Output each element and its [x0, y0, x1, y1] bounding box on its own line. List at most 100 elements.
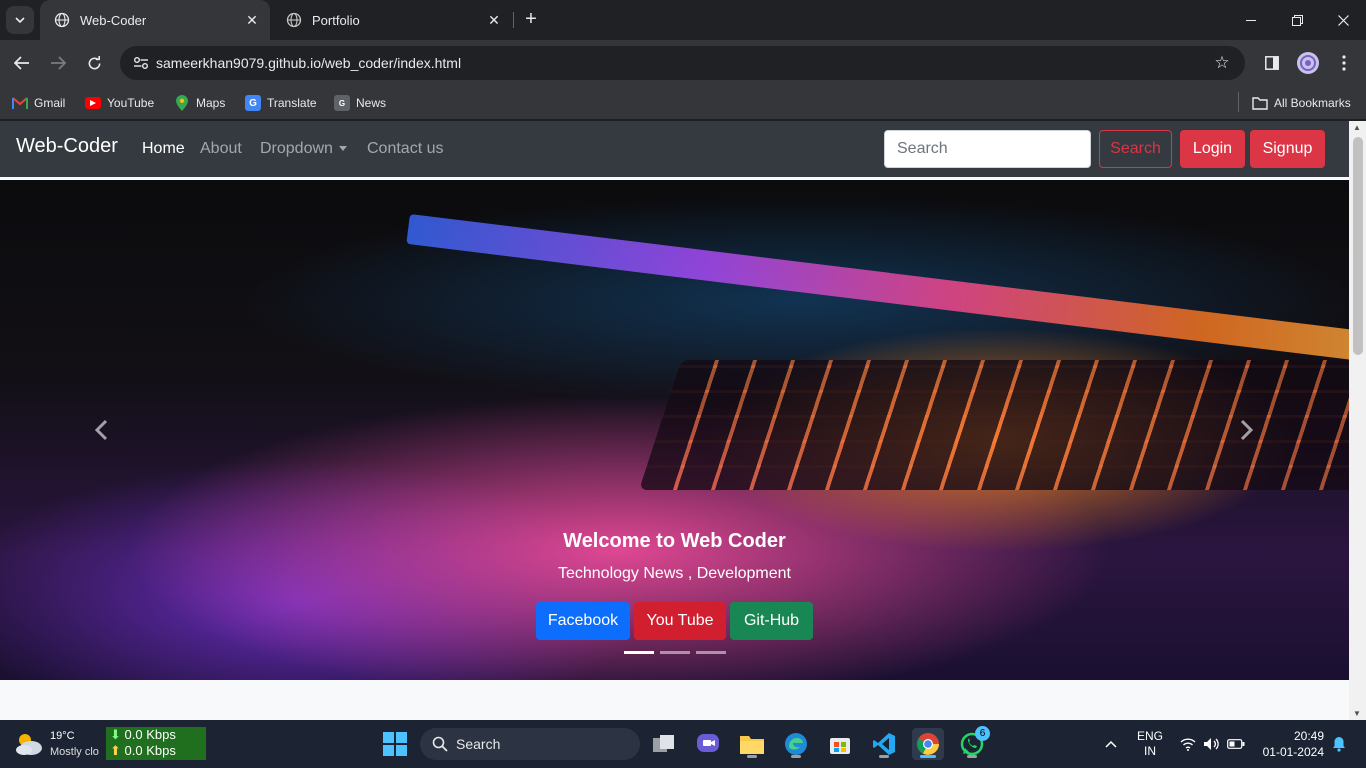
bookmark-label: All Bookmarks: [1274, 96, 1351, 110]
nav-contact[interactable]: Contact us: [367, 140, 443, 158]
restore-button[interactable]: [1274, 0, 1320, 40]
carousel-next-button[interactable]: [1232, 410, 1262, 450]
reload-button[interactable]: [80, 49, 108, 77]
file-explorer-button[interactable]: [736, 728, 768, 760]
page-scrollbar[interactable]: ▲ ▼: [1349, 121, 1366, 720]
vscode-button[interactable]: [868, 728, 900, 760]
teams-chat-button[interactable]: [692, 728, 724, 760]
browser-toolbar: sameerkhan9079.github.io/web_coder/index…: [0, 40, 1366, 86]
nav-dropdown-label: Dropdown: [260, 140, 333, 157]
weather-desc: Mostly clo: [50, 746, 99, 758]
minimize-icon: [1246, 19, 1256, 21]
carousel-indicator-1[interactable]: [624, 651, 654, 654]
chevron-up-icon: [1105, 740, 1117, 748]
bookmark-translate[interactable]: G Translate: [245, 92, 317, 114]
signup-button[interactable]: Signup: [1250, 130, 1325, 168]
all-bookmarks[interactable]: All Bookmarks: [1252, 92, 1351, 114]
search-icon: [432, 736, 448, 752]
close-icon[interactable]: ✕: [486, 12, 502, 28]
upload-arrow-icon: ⬆: [110, 743, 121, 758]
carousel-prev-button[interactable]: [86, 410, 116, 450]
new-tab-button[interactable]: +: [520, 8, 542, 30]
download-speed: 0.0 Kbps: [124, 727, 176, 742]
address-bar[interactable]: sameerkhan9079.github.io/web_coder/index…: [120, 46, 1245, 80]
gmail-icon: [12, 95, 28, 111]
running-indicator: [747, 755, 757, 758]
taskbar-search[interactable]: Search: [420, 728, 640, 760]
bookmarks-separator: [1238, 92, 1239, 112]
site-navbar: Web-Coder Home About Dropdown Contact us…: [0, 121, 1349, 177]
download-arrow-icon: ⬇: [110, 727, 121, 742]
globe-icon: [54, 12, 70, 28]
github-button[interactable]: Git-Hub: [730, 602, 813, 640]
avatar-icon: [1297, 52, 1319, 74]
back-button[interactable]: [8, 49, 36, 77]
tab-search-button[interactable]: [6, 6, 34, 34]
chevron-left-icon: [94, 419, 108, 441]
task-view-button[interactable]: [648, 728, 680, 760]
bookmark-maps[interactable]: Maps: [174, 92, 225, 114]
site-brand[interactable]: Web-Coder: [16, 135, 118, 158]
wifi-icon[interactable]: [1178, 720, 1198, 768]
side-panel-button[interactable]: [1258, 49, 1286, 77]
taskbar: 19°C Mostly clo ⬇ 0.0 Kbps ⬆ 0.0 Kbps Se…: [0, 720, 1366, 768]
tab-web-coder[interactable]: Web-Coder ✕: [40, 0, 270, 40]
tab-strip: Web-Coder ✕ Portfolio ✕ +: [0, 0, 1366, 40]
bookmark-label: YouTube: [107, 96, 155, 110]
nav-home[interactable]: Home: [142, 140, 185, 158]
scroll-up-icon[interactable]: ▲: [1353, 123, 1361, 132]
region-code: IN: [1144, 744, 1156, 758]
nav-about[interactable]: About: [200, 140, 242, 158]
bookmark-star-icon[interactable]: ☆: [1207, 53, 1237, 73]
store-button[interactable]: [824, 728, 856, 760]
search-button[interactable]: Search: [1099, 130, 1172, 168]
forward-button[interactable]: [44, 49, 72, 77]
menu-button[interactable]: [1330, 49, 1358, 77]
show-hidden-icons[interactable]: [1100, 720, 1122, 768]
restore-icon: [1291, 14, 1303, 26]
arrow-left-icon: [14, 56, 29, 70]
close-icon[interactable]: ✕: [244, 12, 260, 28]
weather-widget[interactable]: 19°C Mostly clo: [14, 728, 99, 760]
youtube-icon: [85, 97, 101, 109]
chat-icon: [697, 734, 719, 752]
chevron-down-icon: [15, 17, 25, 23]
login-button[interactable]: Login: [1180, 130, 1245, 168]
vscode-icon: [873, 733, 895, 755]
site-info-icon[interactable]: [126, 56, 156, 70]
whatsapp-button[interactable]: 6: [956, 726, 990, 760]
notification-badge: 6: [975, 726, 990, 741]
close-window-button[interactable]: [1320, 0, 1366, 40]
carousel-indicator-2[interactable]: [660, 651, 690, 654]
close-icon: [1337, 14, 1349, 26]
youtube-button[interactable]: You Tube: [634, 602, 726, 640]
bookmark-youtube[interactable]: YouTube: [85, 92, 154, 114]
volume-icon[interactable]: [1202, 720, 1220, 768]
task-view-icon: [653, 735, 674, 752]
bookmark-news[interactable]: G News: [334, 92, 386, 114]
system-clock[interactable]: 20:49 01-01-2024: [1263, 728, 1324, 760]
tab-portfolio[interactable]: Portfolio ✕: [272, 0, 512, 40]
page-viewport: Web-Coder Home About Dropdown Contact us…: [0, 121, 1366, 720]
net-speed-widget: ⬇ 0.0 Kbps ⬆ 0.0 Kbps: [106, 727, 206, 760]
laptop-image: [406, 214, 1349, 366]
scroll-down-icon[interactable]: ▼: [1353, 709, 1361, 718]
chrome-button[interactable]: [912, 728, 944, 760]
notifications-icon[interactable]: [1330, 720, 1348, 768]
minimize-button[interactable]: [1228, 0, 1274, 40]
upload-speed: 0.0 Kbps: [124, 743, 176, 758]
tab-separator: [513, 12, 514, 28]
site-search-input[interactable]: [884, 130, 1091, 168]
language-indicator[interactable]: ENG IN: [1134, 720, 1166, 768]
facebook-button[interactable]: Facebook: [536, 602, 630, 640]
start-button[interactable]: [379, 728, 411, 760]
battery-icon[interactable]: [1226, 720, 1246, 768]
profile-avatar[interactable]: [1294, 49, 1322, 77]
carousel-indicator-3[interactable]: [696, 651, 726, 654]
bookmark-gmail[interactable]: Gmail: [12, 92, 65, 114]
scrollbar-thumb[interactable]: [1353, 137, 1363, 355]
nav-dropdown[interactable]: Dropdown: [260, 140, 347, 158]
edge-button[interactable]: [780, 728, 812, 760]
news-icon: G: [334, 95, 350, 111]
running-indicator: [967, 755, 977, 758]
